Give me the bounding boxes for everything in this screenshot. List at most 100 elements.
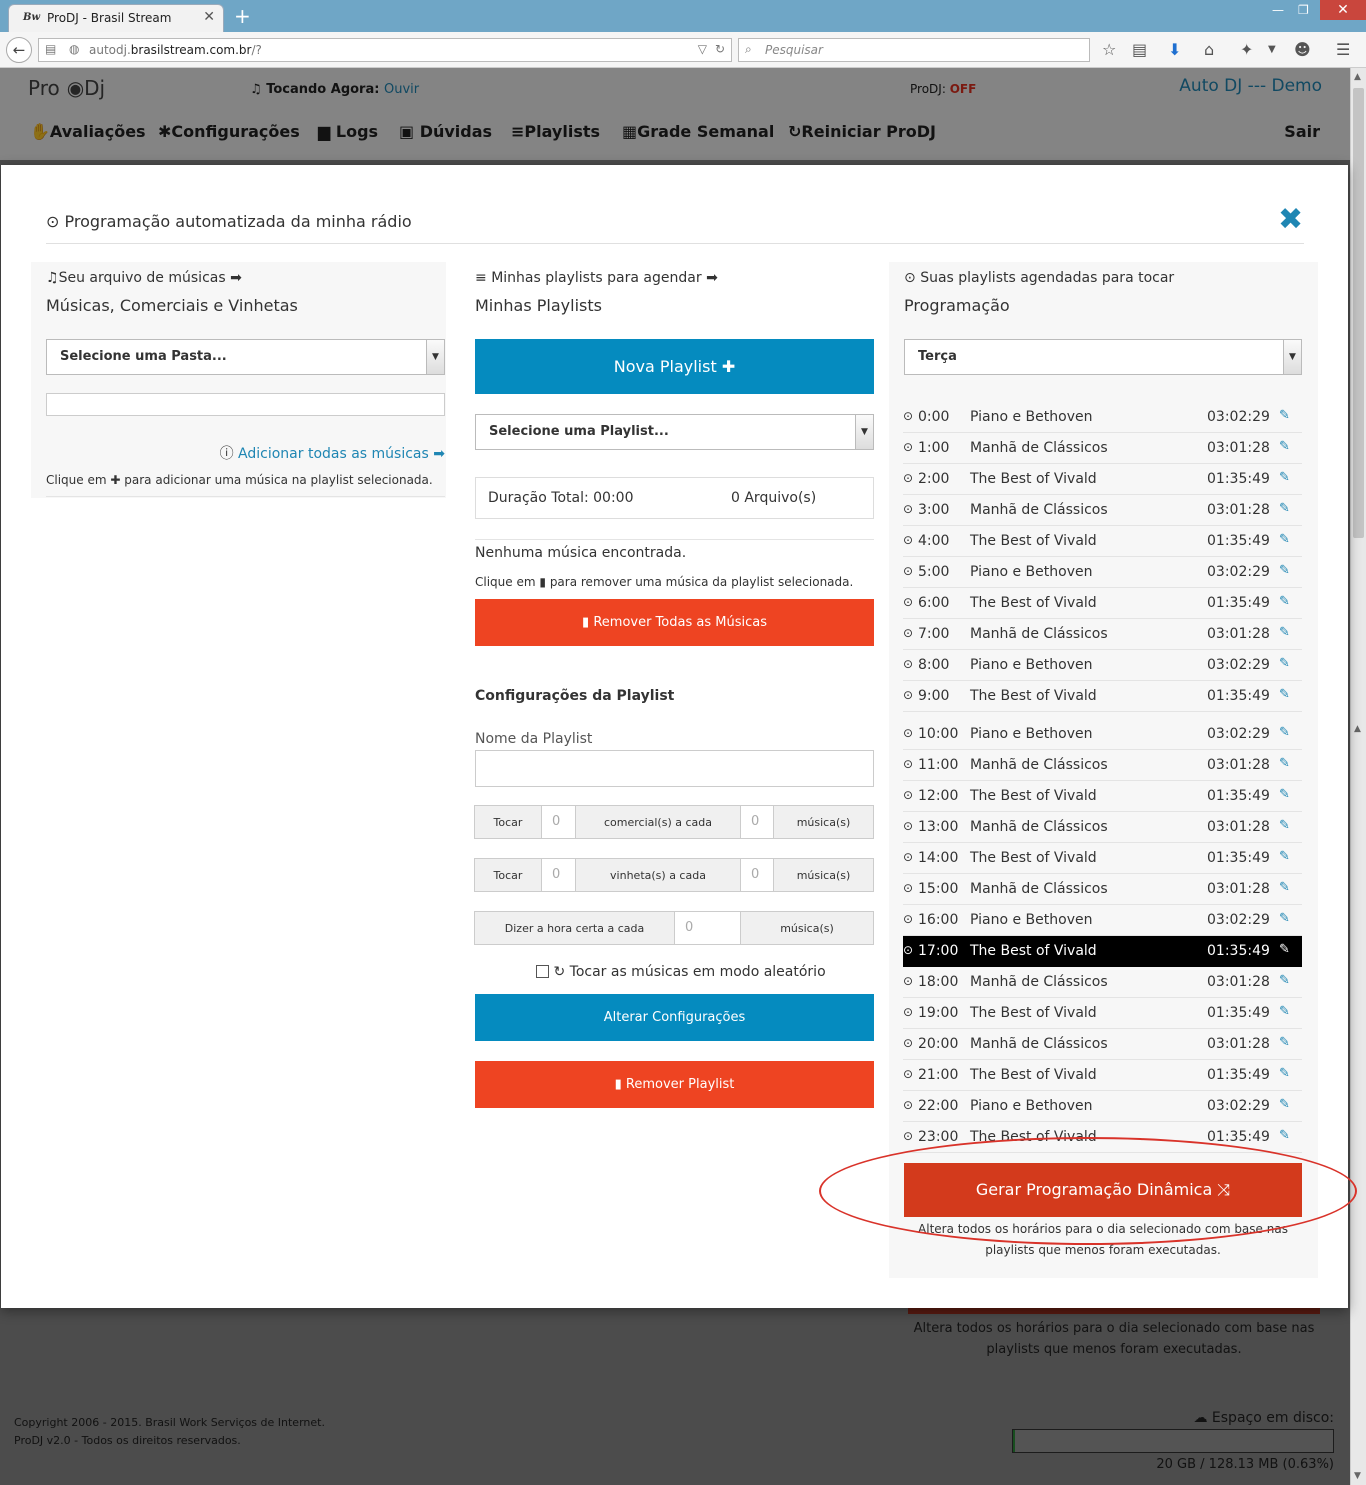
play-label: Tocar [474,805,542,839]
schedule-row[interactable]: ⊙ 16:00 Piano e Bethoven 03:02:29 ✎ [903,905,1302,936]
edit-pencil-icon[interactable]: ✎ [1279,849,1290,864]
edit-pencil-icon[interactable]: ✎ [1279,756,1290,771]
schedule-row[interactable]: ⊙ 1:00 Manhã de Clássicos 03:01:28 ✎ [903,433,1302,464]
edit-pencil-icon[interactable]: ✎ [1279,687,1290,702]
folder-select[interactable]: Selecione uma Pasta... ▼ [46,339,445,375]
schedule-row[interactable]: ⊙ 18:00 Manhã de Clássicos 03:01:28 ✎ [903,967,1302,998]
edit-pencil-icon[interactable]: ✎ [1279,787,1290,802]
schedule-row[interactable]: ⊙ 21:00 The Best of Vivald 01:35:49 ✎ [903,1060,1302,1091]
schedule-row[interactable]: ⊙ 13:00 Manhã de Clássicos 03:01:28 ✎ [903,812,1302,843]
edit-pencil-icon[interactable]: ✎ [1279,594,1290,609]
edit-pencil-icon[interactable]: ✎ [1279,880,1290,895]
reading-list-icon[interactable]: ▤ [1132,40,1147,59]
edit-pencil-icon[interactable]: ✎ [1279,439,1290,454]
schedule-row[interactable]: ⊙ 9:00 The Best of Vivald 01:35:49 ✎ [903,681,1302,712]
clock-icon: ⊙ [903,626,914,640]
remove-all-music-button[interactable]: ▮ Remover Todas as Músicas [475,599,874,646]
hamburger-menu-icon[interactable]: ☰ [1336,40,1350,59]
edit-pencil-icon[interactable]: ✎ [1279,1128,1290,1143]
schedule-row[interactable]: ⊙ 8:00 Piano e Bethoven 03:02:29 ✎ [903,650,1302,681]
schedule-row[interactable]: ⊙ 14:00 The Best of Vivald 01:35:49 ✎ [903,843,1302,874]
edit-pencil-icon[interactable]: ✎ [1279,942,1290,957]
dropdown-icon[interactable]: ▽ [698,42,707,56]
edit-pencil-icon[interactable]: ✎ [1279,470,1290,485]
edit-pencil-icon[interactable]: ✎ [1279,1097,1290,1112]
edit-pencil-icon[interactable]: ✎ [1279,911,1290,926]
commercials-interval-input[interactable]: 0 [740,805,774,839]
scrollbar-thumb[interactable] [1353,88,1364,538]
edit-pencil-icon[interactable]: ✎ [1279,625,1290,640]
home-icon[interactable]: ⌂ [1204,40,1214,59]
edit-pencil-icon[interactable]: ✎ [1279,1035,1290,1050]
schedule-row[interactable]: ⊙ 5:00 Piano e Bethoven 03:02:29 ✎ [903,557,1302,588]
shuffle-option[interactable]: ↻ Tocar as músicas em modo aleatório [536,964,826,980]
divider [46,496,445,497]
window-close-icon[interactable]: ✕ [1320,0,1366,20]
playlist-select[interactable]: Selecione uma Playlist... ▼ [475,414,874,450]
bookmark-star-icon[interactable]: ☆ [1102,40,1116,59]
trash-icon: ▮ [614,1077,622,1092]
modal-close-icon[interactable]: ✖ [1278,205,1303,235]
edit-pencil-icon[interactable]: ✎ [1279,818,1290,833]
close-tab-icon[interactable]: ✕ [203,9,215,25]
add-all-music-link[interactable]: ⓘ Adicionar todas as músicas ➡ [220,443,445,463]
schedule-row[interactable]: ⊙ 3:00 Manhã de Clássicos 03:01:28 ✎ [903,495,1302,526]
time-announce-interval-input[interactable]: 0 [674,911,741,945]
commercials-config-row: Tocar 0 comercial(s) a cada 0 música(s) [474,805,874,839]
account-icon[interactable]: ☻ [1294,40,1311,59]
extension-icon[interactable]: ✦ [1240,40,1253,59]
jingles-interval-input[interactable]: 0 [740,858,774,892]
music-list-box[interactable] [46,393,445,416]
jingles-count-input[interactable]: 0 [541,858,576,892]
edit-pencil-icon[interactable]: ✎ [1279,532,1290,547]
browser-tab[interactable]: Bw ProDJ - Brasil Stream ✕ [8,4,224,32]
scroll-mid-up-icon[interactable]: ▲ [1354,724,1361,734]
edit-pencil-icon[interactable]: ✎ [1279,973,1290,988]
chevron-down-icon: ▼ [426,340,444,374]
search-input[interactable]: ⌕ Pesquisar [738,38,1090,62]
edit-pencil-icon[interactable]: ✎ [1279,1004,1290,1019]
schedule-row[interactable]: ⊙ 7:00 Manhã de Clássicos 03:01:28 ✎ [903,619,1302,650]
edit-pencil-icon[interactable]: ✎ [1279,563,1290,578]
schedule-playlist-name: Manhã de Clássicos [970,881,1108,897]
address-bar[interactable]: ▤ ◍ autodj.brasilstream.com.br/? ▽ ↻ [38,38,732,62]
edit-pencil-icon[interactable]: ✎ [1279,501,1290,516]
modal-title: ⊙ Programação automatizada da minha rádi… [46,212,412,231]
schedule-row[interactable]: ⊙ 20:00 Manhã de Clássicos 03:01:28 ✎ [903,1029,1302,1060]
remove-playlist-button[interactable]: ▮ Remover Playlist [475,1061,874,1108]
schedule-row[interactable]: ⊙ 22:00 Piano e Bethoven 03:02:29 ✎ [903,1091,1302,1122]
day-select[interactable]: Terça ▼ [904,339,1302,375]
schedule-row[interactable]: ⊙ 17:00 The Best of Vivald 01:35:49 ✎ [903,936,1302,967]
minimize-icon[interactable]: — [1272,3,1284,17]
edit-pencil-icon[interactable]: ✎ [1279,725,1290,740]
schedule-row[interactable]: ⊙ 12:00 The Best of Vivald 01:35:49 ✎ [903,781,1302,812]
new-playlist-button[interactable]: Nova Playlist ✚ [475,339,874,394]
schedule-row[interactable]: ⊙ 15:00 Manhã de Clássicos 03:01:28 ✎ [903,874,1302,905]
schedule-row[interactable]: ⊙ 11:00 Manhã de Clássicos 03:01:28 ✎ [903,750,1302,781]
reload-icon[interactable]: ↻ [715,42,725,56]
page-info-icon[interactable]: ▤ [45,42,56,56]
schedule-row[interactable]: ⊙ 0:00 Piano e Bethoven 03:02:29 ✎ [903,402,1302,433]
chevron-down-icon[interactable]: ▼ [1268,44,1276,55]
scroll-down-icon[interactable]: ▼ [1354,1471,1361,1481]
commercials-count-input[interactable]: 0 [541,805,576,839]
playlist-config-title: Configurações da Playlist [475,688,675,704]
schedule-row[interactable]: ⊙ 10:00 Piano e Bethoven 03:02:29 ✎ [903,719,1302,750]
edit-pencil-icon[interactable]: ✎ [1279,1066,1290,1081]
schedule-row[interactable]: ⊙ 6:00 The Best of Vivald 01:35:49 ✎ [903,588,1302,619]
edit-pencil-icon[interactable]: ✎ [1279,408,1290,423]
page-scrollbar[interactable]: ▲ ▲ ▼ [1350,68,1366,1485]
playlist-name-input[interactable] [475,750,874,787]
save-config-button[interactable]: Alterar Configurações [475,994,874,1041]
back-icon[interactable]: ← [6,37,32,63]
shuffle-checkbox[interactable] [536,965,549,978]
new-tab-icon[interactable]: + [234,4,251,28]
download-icon[interactable]: ⬇ [1168,40,1181,59]
scroll-up-icon[interactable]: ▲ [1354,72,1361,82]
schedule-row[interactable]: ⊙ 19:00 The Best of Vivald 01:35:49 ✎ [903,998,1302,1029]
schedule-playlist-name: Manhã de Clássicos [970,974,1108,990]
maximize-icon[interactable]: ❐ [1298,3,1309,17]
schedule-row[interactable]: ⊙ 2:00 The Best of Vivald 01:35:49 ✎ [903,464,1302,495]
edit-pencil-icon[interactable]: ✎ [1279,656,1290,671]
schedule-row[interactable]: ⊙ 4:00 The Best of Vivald 01:35:49 ✎ [903,526,1302,557]
